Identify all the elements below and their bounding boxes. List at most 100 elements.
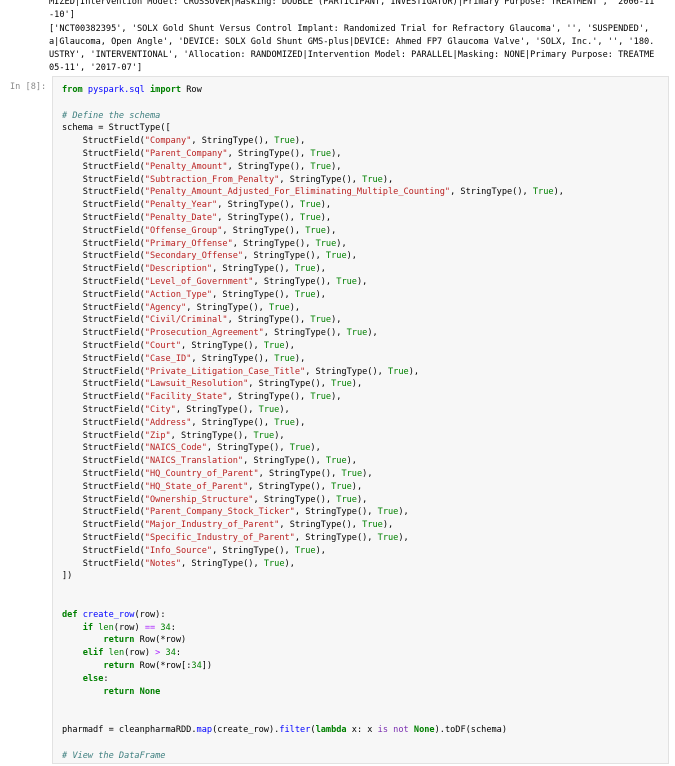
field-name: "Major_Industry_of_Parent" [144,520,280,531]
field-name: "Lawsuit_Resolution" [144,379,249,390]
none-constant: None [413,725,435,735]
output-line: 05-11', '2017-07'] [49,63,143,72]
method-map: map [196,725,213,735]
field-name: "Info_Source" [144,545,213,556]
code-token: (create_row). [212,725,280,735]
true-constant: True [315,238,337,249]
code-line: StructField("Info_Source", StringType(),… [82,545,326,556]
code-token: (row) [124,648,156,659]
code-line: StructField("Court", StringType(), True)… [82,341,295,351]
string-type: StringType() [263,494,326,505]
code-line: StructField("Penalty_Amount_Adjusted_For… [82,187,564,198]
keyword-return: return [103,635,135,646]
string-type: StringType() [237,315,301,326]
string-type: StringType() [263,277,326,287]
field-name: "Ownership_Structure" [144,494,254,505]
code-cell[interactable]: from pyspark.sql import Row # Define the … [52,76,669,764]
code-line: StructField("Secondary_Offense", StringT… [82,251,357,262]
keyword-elif: elif [82,648,104,659]
schema-open: schema = StructType([ [62,123,171,134]
code-line: StructField("Penalty_Amount", StringType… [82,161,342,172]
struct-field: StructField( [82,507,145,518]
code-token: : [175,648,182,659]
string-type: StringType() [201,417,264,428]
code-token: ]) [201,661,213,671]
schema-close: ]) [62,571,73,582]
struct-field: StructField( [82,213,145,223]
code-line: StructField("Notes", StringType(), True)… [82,558,295,569]
true-constant: True [294,545,316,556]
string-type: StringType() [181,430,244,441]
string-type: StringType() [268,469,332,479]
field-name: "Penalty_Amount" [144,161,228,172]
code-token: pharmadf.show() [62,763,140,764]
true-constant: True [336,277,357,287]
true-constant: True [310,315,332,326]
true-constant: True [362,174,383,185]
field-name: "Zip" [144,430,171,441]
string-type: StringType() [243,238,306,249]
code-line: StructField("Parent_Company_Stock_Ticker… [82,507,409,518]
field-name: "NAICS_Code" [144,443,207,454]
output-line: USTRY', 'INTERVENTIONAL', 'Allocation: R… [49,50,655,60]
true-constant: True [289,443,311,454]
field-name: "Parent_Company_Stock_Ticker" [144,507,295,518]
true-constant: True [325,456,347,467]
keyword-return: return [103,686,135,697]
struct-field: StructField( [82,315,145,326]
output-line: ['NCT00382395', 'SOLX Gold Shunt Versus … [49,24,650,34]
keyword-is-not: is not [377,725,409,735]
string-type: StringType() [237,392,301,403]
struct-field: StructField( [82,149,145,159]
number: 34 [191,661,202,671]
struct-field: StructField( [82,200,145,211]
code-line: elif len(row) > 34: [62,647,181,660]
struct-field: StructField( [82,302,145,313]
true-constant: True [310,161,332,172]
code-line: StructField("City", StringType(), True), [82,405,290,415]
struct-field: StructField( [82,456,145,467]
keyword-import: import [150,85,182,95]
field-name: "Prosecution_Agreement" [144,328,264,339]
struct-field: StructField( [82,328,145,339]
code-line: StructField("Case_ID", StringType(), Tru… [82,353,306,364]
string-type: StringType() [232,225,295,236]
field-name: "Notes" [144,558,182,569]
string-type: StringType() [237,149,301,159]
struct-field: StructField( [82,430,145,441]
string-type: StringType() [460,187,523,198]
keyword-return: return [103,661,135,671]
string-type: StringType() [258,379,321,390]
code-line: schema = StructType([ [62,122,171,135]
code-line: StructField("Description", StringType(),… [82,264,326,275]
struct-field: StructField( [82,558,145,569]
field-name: "Private_Litigation_Case_Title" [144,366,306,377]
code-line: StructField("Facility_State", StringType… [82,392,342,403]
field-name: "Court" [144,341,182,351]
code-token: ).toDF(schema) [434,725,508,735]
builtin-len: len [108,648,125,659]
code-line: if len(row) == 34: [62,622,176,635]
string-type: StringType() [186,405,249,415]
struct-field: StructField( [82,161,145,172]
keyword-if: if [82,622,94,633]
code-line: pharmadf = cleanpharmaRDD.map(create_row… [62,724,507,737]
field-name: "Company" [144,136,192,147]
true-constant: True [346,328,368,339]
struct-field: StructField( [82,392,145,403]
true-constant: True [305,225,326,236]
struct-field: StructField( [82,417,145,428]
comment: # View the DataFrame [62,750,166,761]
string-type: StringType() [253,456,316,467]
struct-field: StructField( [82,251,145,262]
code-line: StructField("Prosecution_Agreement", Str… [82,328,378,339]
string-type: StringType() [253,251,316,262]
code-line: return None [62,686,160,699]
module-name: pyspark.sql [87,85,145,95]
struct-field: StructField( [82,481,145,492]
struct-field: StructField( [82,443,145,454]
code-line: StructField("Major_Industry_of_Parent", … [82,520,394,531]
field-name: "Level_of_Government" [144,277,254,287]
true-constant: True [532,187,554,198]
string-type: StringType() [222,264,285,275]
